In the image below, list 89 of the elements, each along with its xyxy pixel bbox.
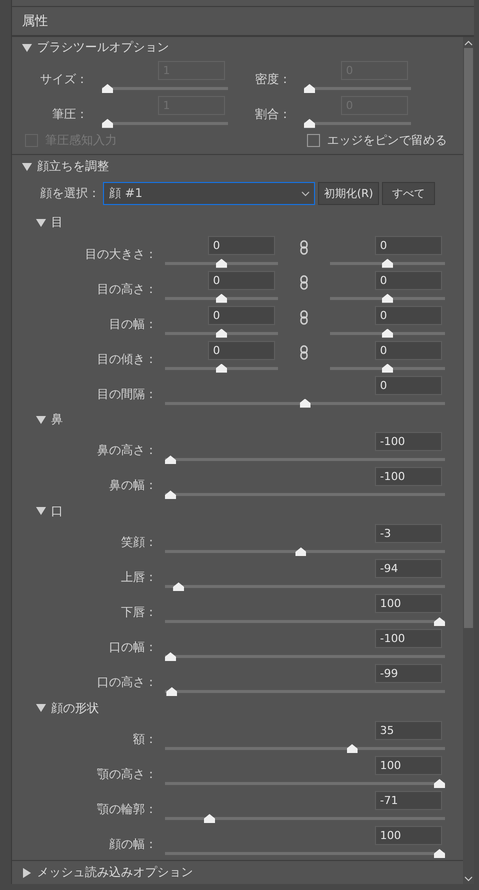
number-field[interactable]: 0 xyxy=(208,236,275,255)
number-field[interactable]: 100 xyxy=(375,594,442,614)
number-field[interactable]: -99 xyxy=(375,664,442,684)
caret-down-icon[interactable] xyxy=(36,414,46,424)
section-title[interactable]: メッシュ読み込みオプション xyxy=(37,864,193,882)
checkbox-label: エッジをピンで留める xyxy=(327,132,447,150)
slider-thumb[interactable] xyxy=(216,364,227,373)
select-label: 顔を選択： xyxy=(39,185,100,202)
group-title[interactable]: 目 xyxy=(51,214,63,232)
slider-thumb[interactable] xyxy=(165,652,176,662)
slider-label: 鼻の高さ： xyxy=(96,442,157,460)
number-field[interactable]: 0 xyxy=(208,270,275,290)
checkbox[interactable] xyxy=(307,134,320,148)
group-title[interactable]: 鼻 xyxy=(51,411,63,428)
group-title[interactable]: 顔の形状 xyxy=(51,700,99,717)
section-title[interactable]: ブラシツールオプション xyxy=(37,39,169,56)
slider-thumb[interactable] xyxy=(173,582,184,592)
caret-down-icon[interactable] xyxy=(36,703,46,714)
slider-label: 目の大きさ： xyxy=(84,246,157,263)
number-field[interactable]: 0 xyxy=(375,306,442,325)
slider-thumb[interactable] xyxy=(382,364,393,373)
scroll-up-icon[interactable] xyxy=(464,40,473,46)
slider-thumb[interactable] xyxy=(434,617,445,626)
caret-down-icon[interactable] xyxy=(36,506,46,516)
number-field[interactable]: -100 xyxy=(375,467,442,486)
scroll-down-icon[interactable] xyxy=(464,876,473,882)
slider-label: 額： xyxy=(132,731,157,748)
number-field[interactable]: 100 xyxy=(375,756,442,776)
caret-right-icon[interactable] xyxy=(22,868,32,878)
slider-label: 目の傾き： xyxy=(96,350,157,368)
slider-thumb[interactable] xyxy=(165,490,176,500)
chain-link-icon[interactable] xyxy=(300,344,308,360)
number-field[interactable]: -94 xyxy=(375,559,442,578)
slider-label: 顎の高さ： xyxy=(96,766,157,784)
number-field[interactable]: -71 xyxy=(375,791,442,810)
slider-label: 目の高さ： xyxy=(96,280,157,298)
number-field[interactable]: 0 xyxy=(208,306,275,325)
slider-thumb[interactable] xyxy=(434,848,445,858)
slider-label: 口の幅： xyxy=(108,639,157,656)
action-button[interactable]: すべて xyxy=(382,182,436,206)
number-field[interactable]: 0 xyxy=(375,236,442,255)
slider-label: 顎の輪郭： xyxy=(96,800,157,818)
slider-label: 割合： xyxy=(254,106,291,123)
slider-thumb[interactable] xyxy=(204,814,215,823)
slider-thumb[interactable] xyxy=(382,258,393,268)
face-select[interactable]: 顔 #1 xyxy=(103,182,315,206)
chain-link-icon[interactable] xyxy=(300,274,308,290)
chain-link-icon[interactable] xyxy=(300,240,308,255)
slider-thumb[interactable] xyxy=(300,398,310,408)
chain-link-icon[interactable] xyxy=(300,310,308,325)
slider-thumb[interactable] xyxy=(216,328,227,338)
slider-label: サイズ： xyxy=(39,70,88,88)
slider-label: 上唇： xyxy=(120,569,157,586)
number-field[interactable]: 0 xyxy=(375,376,442,395)
caret-down-icon[interactable] xyxy=(22,42,32,53)
number-field[interactable]: -3 xyxy=(375,524,442,544)
slider-label: 顔の幅： xyxy=(108,836,157,853)
slider-label: 目の間隔： xyxy=(96,386,157,403)
slider-label: 鼻の幅： xyxy=(108,477,157,494)
number-field[interactable]: 0 xyxy=(375,340,442,360)
panel-title: 属性 xyxy=(22,13,48,30)
group-title[interactable]: 口 xyxy=(51,502,63,520)
scrollbar-thumb[interactable] xyxy=(464,48,473,628)
action-button[interactable]: 初期化(R) xyxy=(318,182,380,206)
number-field[interactable]: -100 xyxy=(375,432,442,452)
number-field[interactable]: -100 xyxy=(375,629,442,648)
slider-thumb[interactable] xyxy=(295,547,306,556)
slider-thumb[interactable] xyxy=(382,328,393,338)
number-field[interactable]: 0 xyxy=(208,340,275,360)
slider-thumb[interactable] xyxy=(166,687,178,696)
number-field[interactable]: 100 xyxy=(375,826,442,845)
slider-thumb[interactable] xyxy=(216,294,227,303)
slider-label: 密度： xyxy=(254,70,291,88)
slider-label: 下唇： xyxy=(120,604,157,622)
slider-label: 目の幅： xyxy=(108,316,157,333)
slider-thumb[interactable] xyxy=(346,744,358,754)
caret-down-icon[interactable] xyxy=(36,218,46,228)
number-field[interactable]: 35 xyxy=(375,721,442,740)
slider-thumb[interactable] xyxy=(382,294,393,303)
slider-thumb[interactable] xyxy=(434,779,445,788)
number-field[interactable]: 0 xyxy=(375,270,442,290)
chevron-down-icon xyxy=(301,190,310,197)
slider-label: 口の高さ： xyxy=(96,674,157,692)
slider-thumb[interactable] xyxy=(216,258,227,268)
slider-thumb[interactable] xyxy=(165,455,176,464)
slider-label: 笑顔： xyxy=(120,534,157,552)
caret-down-icon[interactable] xyxy=(22,162,32,172)
slider-label: 筆圧： xyxy=(51,106,88,123)
section-title[interactable]: 顔立ちを調整 xyxy=(37,158,109,176)
